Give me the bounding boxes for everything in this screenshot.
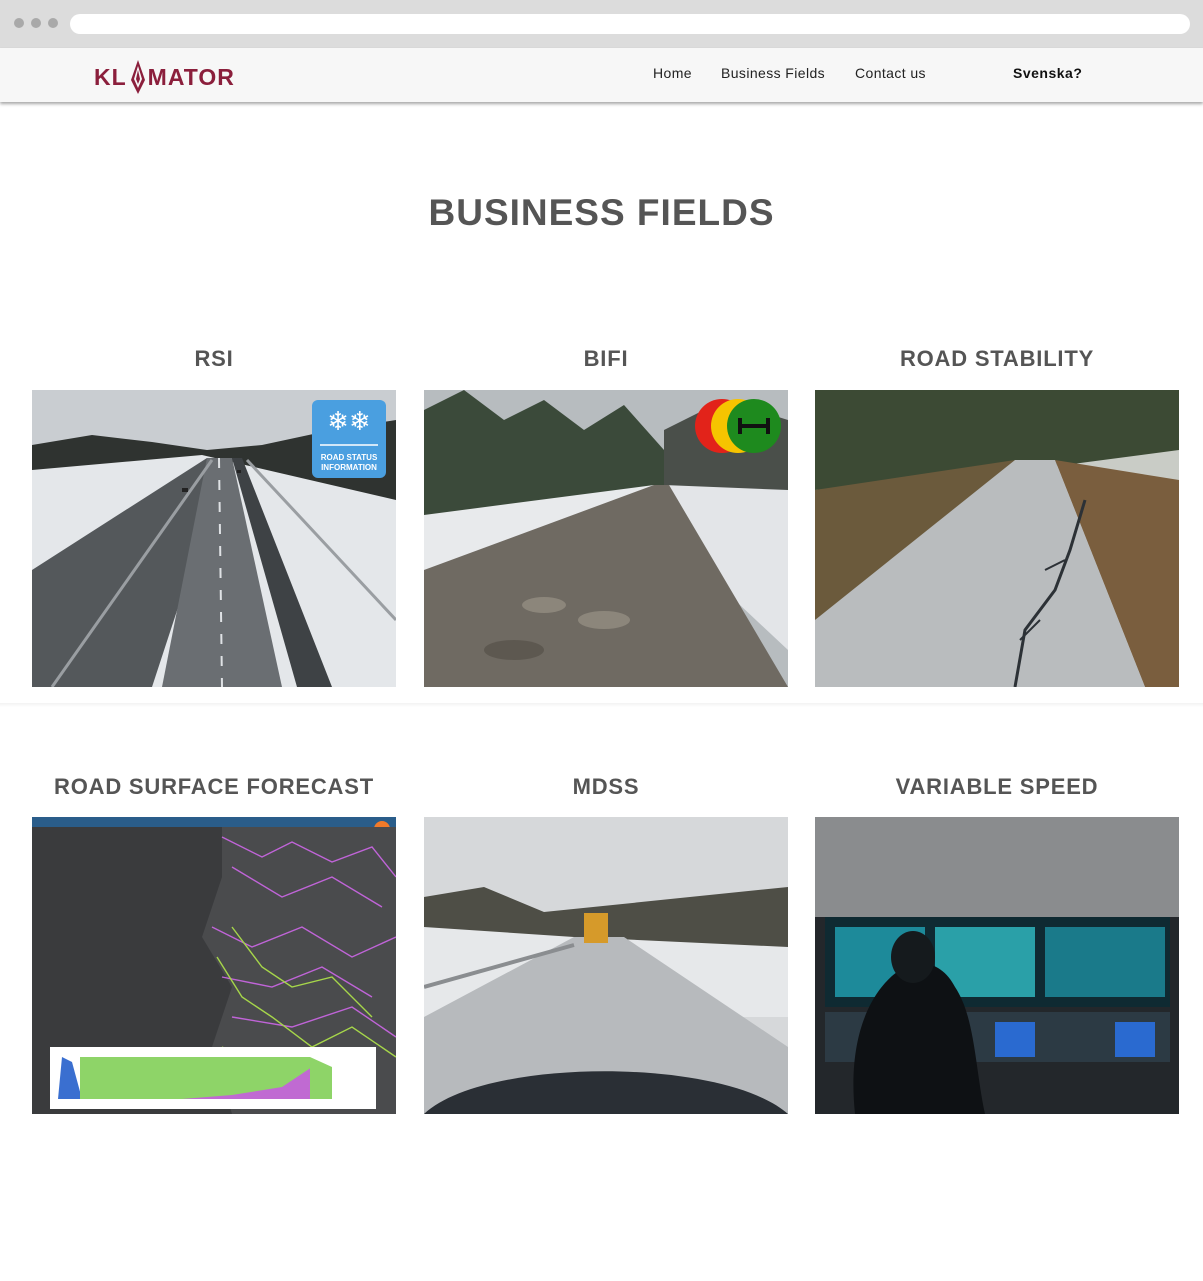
card-title: MDSS [572, 774, 640, 799]
window-minimize-dot[interactable] [31, 18, 41, 28]
browser-chrome [0, 0, 1203, 48]
road-status-badge-icon: ❄❄ ROAD STATUS INFORMATION [312, 400, 386, 478]
traffic-light-axle-icon [695, 399, 781, 453]
logo-text-left: KL [94, 63, 127, 90]
row-divider [0, 703, 1203, 707]
mdss-winter-road-photo[interactable] [424, 817, 788, 1114]
logo-text-right: MATOR [147, 63, 235, 90]
rsi-highway-photo[interactable]: ❄❄ ROAD STATUS INFORMATION [32, 390, 396, 687]
card-title: RSI [194, 346, 234, 371]
page-title: BUSINESS FIELDS [428, 192, 775, 233]
road-stability-photo[interactable] [815, 390, 1179, 687]
card-variable-speed: VARIABLE SPEED [815, 774, 1179, 800]
card-title: VARIABLE SPEED [895, 774, 1099, 799]
card-road-stability: ROAD STABILITY [815, 346, 1179, 372]
nav-business-fields[interactable]: Business Fields [721, 65, 825, 81]
card-title: BIFI [583, 346, 629, 371]
badge-line-1: ROAD STATUS [321, 453, 378, 462]
card-road-surface-forecast: ROAD SURFACE FORECAST [32, 774, 396, 800]
window-maximize-dot[interactable] [48, 18, 58, 28]
klimator-logo[interactable]: KL MATOR [94, 60, 235, 94]
card-mdss: MDSS [424, 774, 788, 800]
logo-compass-icon [130, 60, 145, 94]
road-surface-forecast-map[interactable] [32, 817, 396, 1114]
address-bar[interactable] [70, 14, 1190, 34]
card-title: ROAD STABILITY [899, 346, 1095, 371]
card-bifi: BIFI [424, 346, 788, 372]
badge-line-2: INFORMATION [321, 463, 377, 472]
bifi-gravel-road-photo[interactable] [424, 390, 788, 687]
card-rsi: RSI [32, 346, 396, 372]
site-header: KL MATOR Home Business Fields Contact us… [0, 48, 1203, 102]
svg-text:❄❄: ❄❄ [327, 407, 371, 437]
nav-contact-us[interactable]: Contact us [855, 65, 926, 81]
window-close-dot[interactable] [14, 18, 24, 28]
card-title: ROAD SURFACE FORECAST [54, 774, 374, 799]
nav-home[interactable]: Home [653, 65, 692, 81]
language-switch-link[interactable]: Svenska? [1013, 65, 1082, 81]
variable-speed-control-room-photo[interactable] [815, 817, 1179, 1114]
